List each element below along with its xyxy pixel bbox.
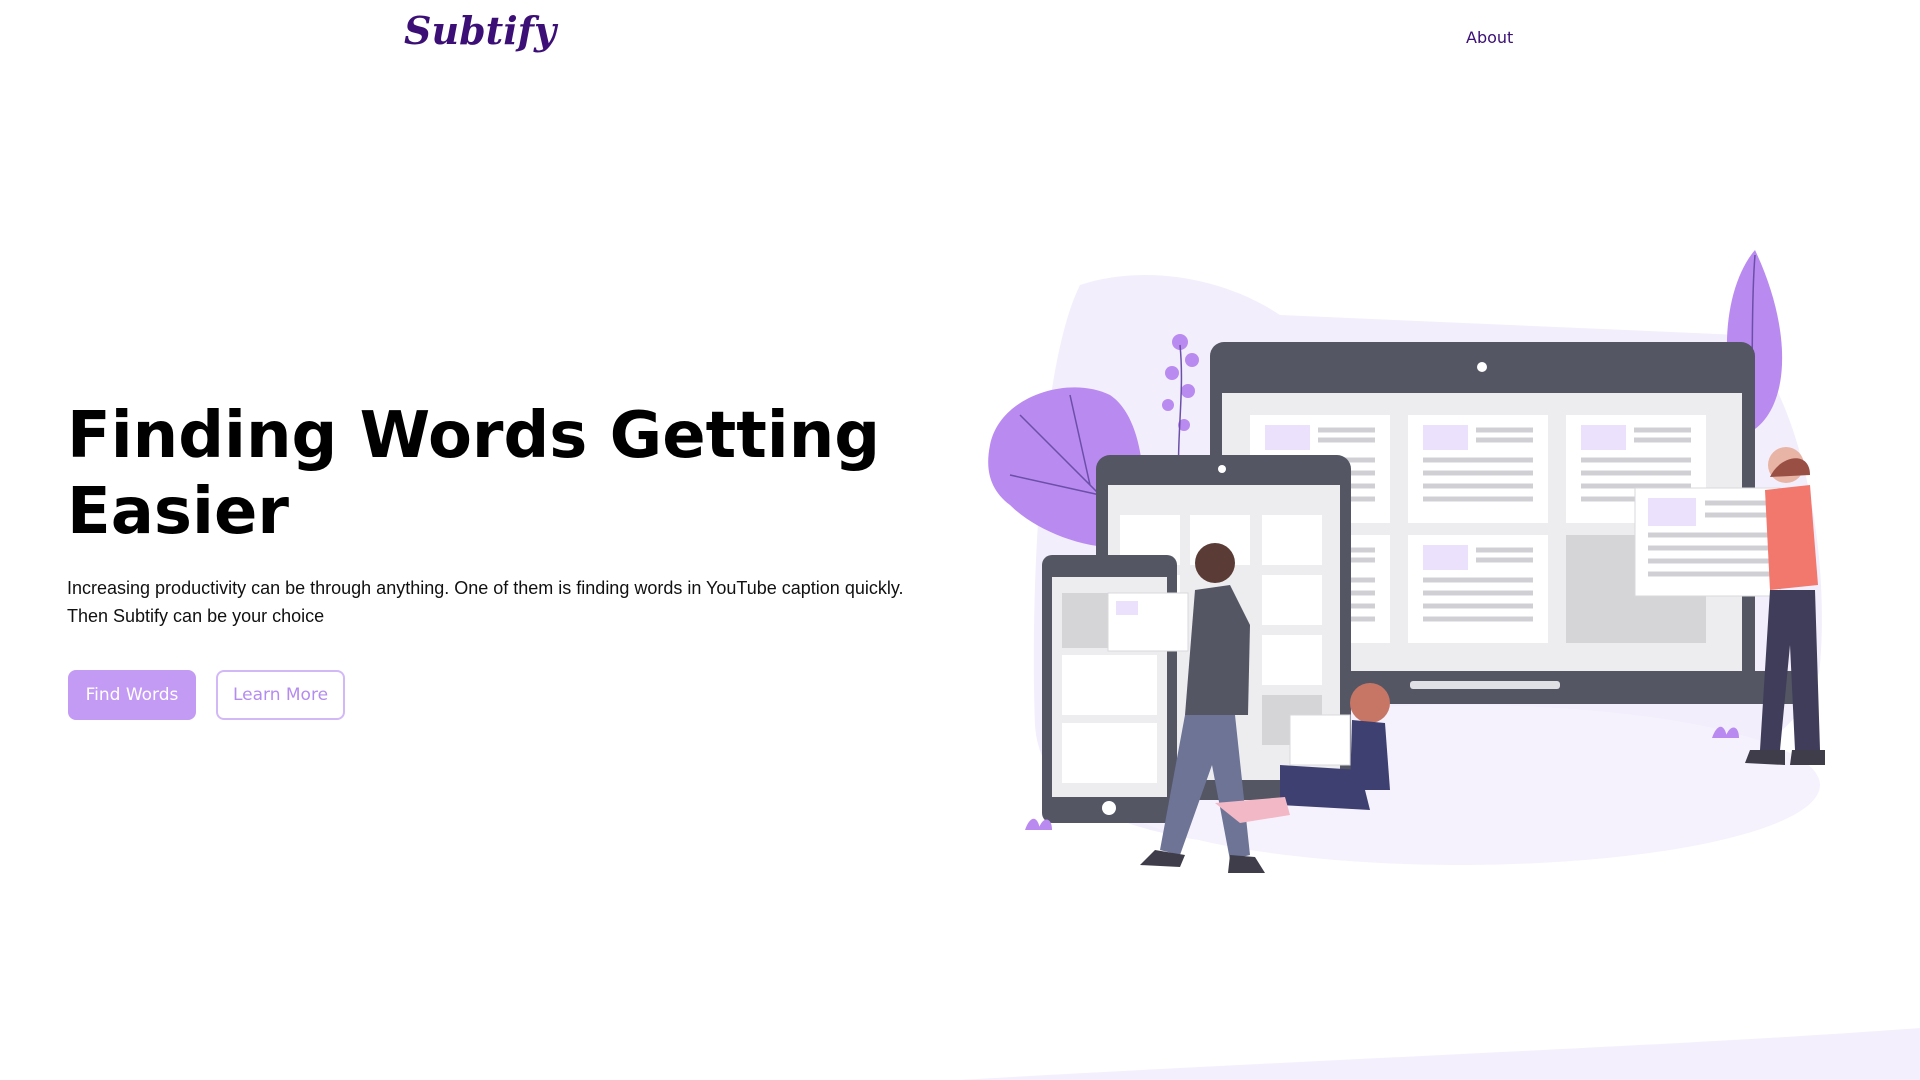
hero-title-line-1: Finding Words Getting: [67, 399, 881, 473]
bottom-wave-decoration: [960, 1028, 1920, 1080]
hero-description: Increasing productivity can be through a…: [67, 578, 904, 626]
navbar: Subtify About: [0, 0, 1920, 80]
hero-title-line-2: Easier: [67, 475, 289, 549]
devices-reading-people-illustration: [988, 250, 1825, 873]
brand-logo[interactable]: Subtify: [404, 8, 556, 53]
hero-title: Finding Words Getting Easier: [67, 398, 927, 550]
learn-more-button[interactable]: Learn More: [216, 670, 345, 720]
find-words-button[interactable]: Find Words: [68, 670, 196, 720]
nav-link-about[interactable]: About: [1466, 28, 1513, 47]
